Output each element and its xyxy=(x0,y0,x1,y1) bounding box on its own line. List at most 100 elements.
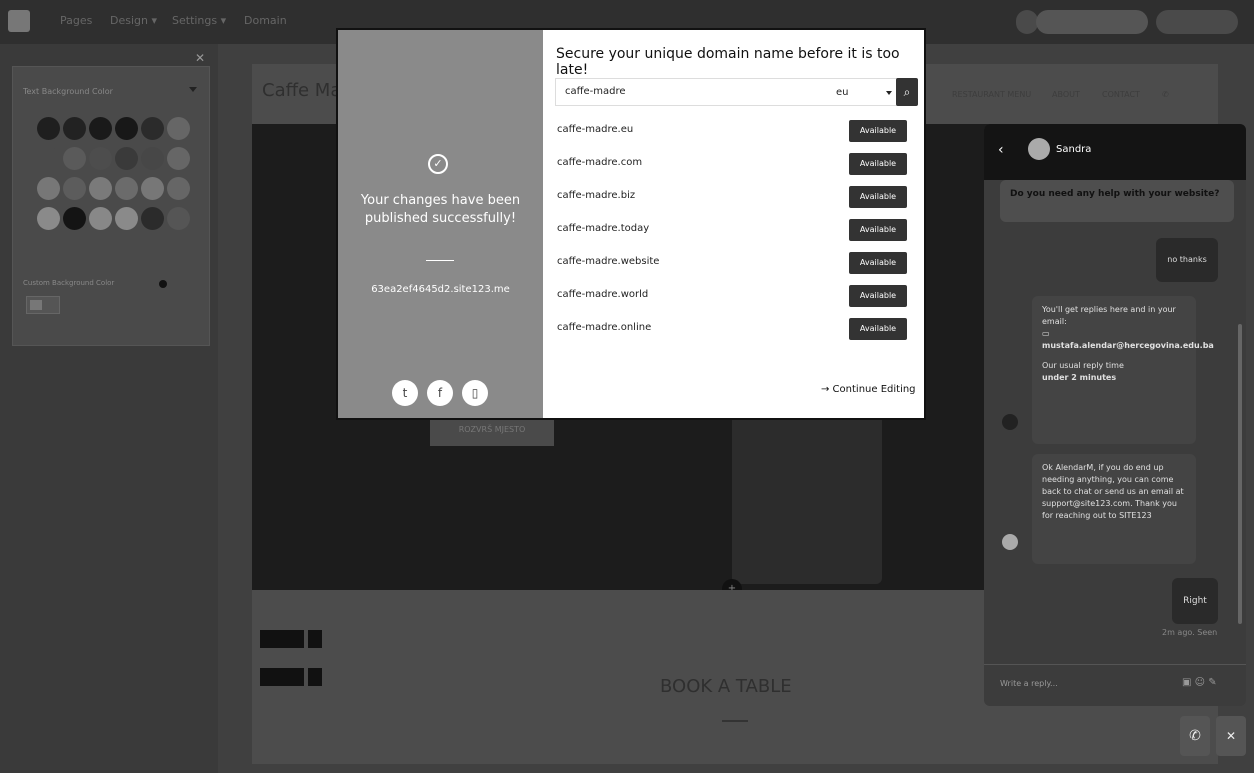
color-swatch[interactable] xyxy=(63,207,86,230)
chat-reply-right: Right xyxy=(1172,578,1218,624)
color-swatch[interactable] xyxy=(89,207,112,230)
color-swatch[interactable] xyxy=(37,147,60,170)
info-icon xyxy=(159,280,167,288)
close-icon[interactable]: ✕ xyxy=(195,51,205,65)
site-url[interactable]: 63ea2ef4645d2.site123.me xyxy=(358,284,523,295)
domain-list: caffe-madre.eu Available caffe-madre.com A… xyxy=(557,120,917,351)
color-swatch[interactable] xyxy=(63,147,86,170)
available-button[interactable]: Available xyxy=(849,120,907,142)
save-indicator xyxy=(1016,10,1038,34)
chat-reply-no-thanks: no thanks xyxy=(1156,238,1218,282)
custom-color-picker[interactable] xyxy=(26,296,60,314)
domain-name: caffe-madre.today xyxy=(557,223,650,234)
color-swatch[interactable] xyxy=(115,177,138,200)
b1-reply-label: Our usual reply time xyxy=(1042,361,1124,370)
available-button[interactable]: Available xyxy=(849,285,907,307)
nav-pages[interactable]: Pages xyxy=(60,14,92,27)
color-swatch[interactable] xyxy=(141,177,164,200)
layout-menu-button[interactable] xyxy=(308,668,322,686)
chat-scrollbar[interactable] xyxy=(1238,324,1242,624)
app-logo-icon[interactable] xyxy=(8,10,30,32)
panel-title: Text Background Color xyxy=(23,87,113,96)
color-swatch[interactable] xyxy=(167,147,190,170)
bot-avatar xyxy=(1002,414,1018,430)
continue-editing-link[interactable]: → Continue Editing xyxy=(821,384,916,395)
color-swatch[interactable] xyxy=(167,177,190,200)
color-swatch[interactable] xyxy=(63,177,86,200)
edit-button[interactable] xyxy=(260,630,304,648)
phone-icon[interactable]: ✆ xyxy=(1162,90,1169,99)
color-swatch[interactable] xyxy=(141,117,164,140)
color-swatch[interactable] xyxy=(115,147,138,170)
phone-icon[interactable]: ✆ xyxy=(1180,716,1210,756)
color-swatch[interactable] xyxy=(115,117,138,140)
domain-name: caffe-madre.world xyxy=(557,289,649,300)
domain-name: caffe-madre.online xyxy=(557,322,652,333)
layout-button[interactable] xyxy=(260,668,304,686)
color-swatch[interactable] xyxy=(115,207,138,230)
color-swatch[interactable] xyxy=(89,147,112,170)
chevron-down-icon[interactable] xyxy=(189,87,197,92)
search-button[interactable]: ⌕ xyxy=(896,78,918,106)
tld-select[interactable]: eu xyxy=(836,87,849,98)
color-swatch[interactable] xyxy=(167,117,190,140)
back-icon[interactable]: ‹ xyxy=(998,142,1004,158)
custom-color-label: Custom Background Color xyxy=(23,279,115,287)
chat-tools[interactable]: ▣ ☺ ✎ xyxy=(1182,677,1217,688)
mobile-icon[interactable]: ▯ xyxy=(462,380,488,406)
domain-name: caffe-madre.website xyxy=(557,256,660,267)
b1-email: mustafa.alendar@hercegovina.edu.ba xyxy=(1042,341,1214,350)
menu-about[interactable]: ABOUT xyxy=(1052,90,1080,99)
menu-restaurant[interactable]: RESTAURANT MENU xyxy=(952,90,1031,99)
color-swatch[interactable] xyxy=(141,147,164,170)
site-brand: Caffe Ma xyxy=(262,80,342,101)
publish-message: Your changes have been published success… xyxy=(360,193,521,226)
chat-message-2: Ok AlendarM, if you do end up needing an… xyxy=(1032,454,1196,564)
domain-row: caffe-madre.biz Available xyxy=(557,186,917,219)
agent-avatar xyxy=(1028,138,1050,160)
available-button[interactable]: Available xyxy=(849,318,907,340)
publish-modal: ✓ Your changes have been published succe… xyxy=(336,28,926,420)
color-swatch[interactable] xyxy=(63,117,86,140)
domain-row: caffe-madre.eu Available xyxy=(557,120,917,153)
menu-contact[interactable]: CONTACT xyxy=(1102,90,1140,99)
color-swatch[interactable] xyxy=(37,117,60,140)
nav-design[interactable]: Design ▾ xyxy=(110,14,157,27)
facebook-icon[interactable]: f xyxy=(427,380,453,406)
color-swatch[interactable] xyxy=(167,207,190,230)
chat-message-1: You'll get replies here and in your emai… xyxy=(1032,296,1214,444)
available-button[interactable]: Available xyxy=(849,186,907,208)
twitter-icon[interactable]: t xyxy=(392,380,418,406)
domain-search: caffe-madre eu ⌕ xyxy=(555,78,918,106)
color-swatch[interactable] xyxy=(89,177,112,200)
chat-input-bar: Write a reply... ▣ ☺ ✎ xyxy=(984,664,1246,706)
chat-reply-input[interactable]: Write a reply... xyxy=(1000,679,1058,688)
mail-icon: ▭ xyxy=(1042,329,1050,338)
color-swatch[interactable] xyxy=(37,177,60,200)
color-swatch[interactable] xyxy=(89,117,112,140)
edit-menu-button[interactable] xyxy=(308,630,322,648)
publish-button[interactable] xyxy=(1156,10,1238,34)
available-button[interactable]: Available xyxy=(849,252,907,274)
divider xyxy=(722,720,748,722)
chevron-down-icon[interactable] xyxy=(886,91,892,95)
agent-avatar xyxy=(1002,534,1018,550)
domain-name: caffe-madre.eu xyxy=(557,124,634,135)
domain-search-input[interactable]: caffe-madre xyxy=(565,86,626,97)
nav-settings[interactable]: Settings ▾ xyxy=(172,14,226,27)
nav-domain[interactable]: Domain xyxy=(244,14,287,27)
close-icon[interactable]: ✕ xyxy=(1216,716,1246,756)
available-button[interactable]: Available xyxy=(849,219,907,241)
domain-row: caffe-madre.today Available xyxy=(557,219,917,252)
domain-row: caffe-madre.com Available xyxy=(557,153,917,186)
color-swatch[interactable] xyxy=(141,207,164,230)
book-table-heading: BOOK A TABLE xyxy=(660,676,792,697)
upgrade-button[interactable] xyxy=(1036,10,1148,34)
chat-widget: ‹ Sandra Do you need any help with your … xyxy=(984,124,1246,706)
domain-heading: Secure your unique domain name before it… xyxy=(556,46,900,78)
divider xyxy=(426,260,454,261)
available-button[interactable]: Available xyxy=(849,153,907,175)
domain-name: caffe-madre.biz xyxy=(557,190,636,201)
color-swatch[interactable] xyxy=(37,207,60,230)
domain-row: caffe-madre.online Available xyxy=(557,318,917,351)
